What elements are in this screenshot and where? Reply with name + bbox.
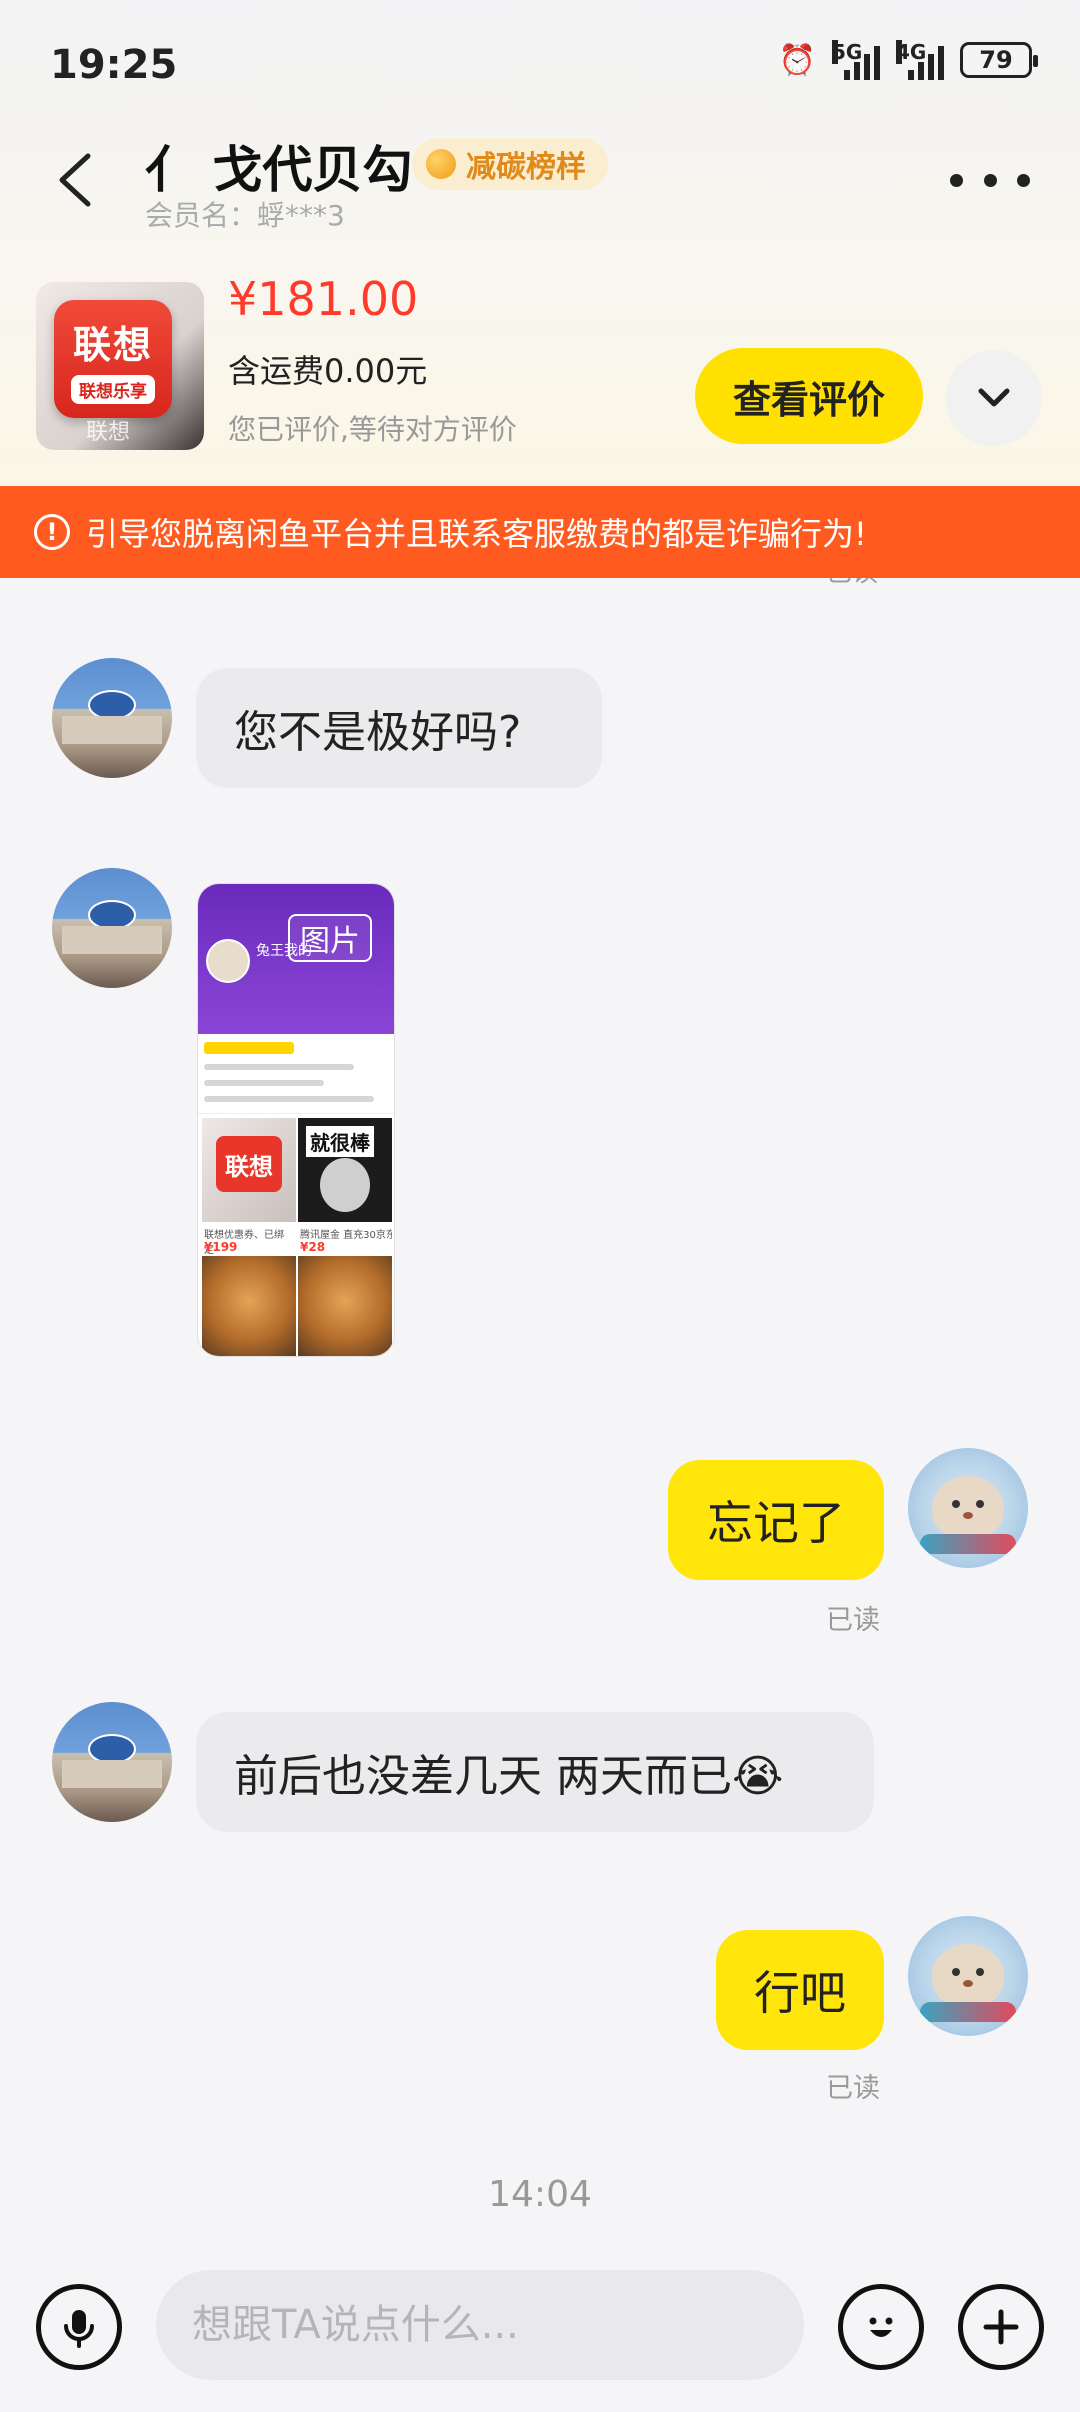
avatar-cat-eye bbox=[952, 1968, 960, 1976]
signal-5g-icon: 5G bbox=[832, 40, 880, 80]
avatar-building bbox=[62, 1760, 162, 1788]
warning-text: 引导您脱离闲鱼平台并且联系客服缴费的都是诈骗行为! bbox=[86, 515, 867, 553]
avatar-cat-face bbox=[932, 1476, 1004, 1540]
read-status: 已读 bbox=[826, 2073, 880, 2104]
avatar-building bbox=[62, 716, 162, 744]
voice-button[interactable] bbox=[36, 2284, 122, 2370]
message-timestamp: 14:04 bbox=[488, 2174, 592, 2215]
image-grid-item: 联想 bbox=[202, 1118, 296, 1222]
avatar-cat-nose bbox=[963, 1512, 973, 1519]
more-actions-button[interactable] bbox=[958, 2284, 1044, 2370]
read-status: 已读 bbox=[826, 1605, 880, 1636]
back-arrow-icon bbox=[59, 153, 91, 207]
avatar[interactable] bbox=[52, 658, 172, 778]
image-grid-item bbox=[298, 1256, 392, 1356]
image-stats-line bbox=[204, 1064, 354, 1070]
avatar-cat-scarf bbox=[920, 1534, 1016, 1554]
input-bar bbox=[0, 2258, 1080, 2412]
image-meme-text: 就很棒 bbox=[306, 1126, 374, 1157]
thumb-logo-subtext: 联想乐享 bbox=[71, 375, 155, 404]
smiley-icon bbox=[869, 2317, 893, 2337]
emoji-button[interactable] bbox=[838, 2284, 924, 2370]
thumb-caption: 联想 bbox=[86, 420, 131, 445]
avatar-building bbox=[62, 926, 162, 954]
message-bubble-outgoing[interactable]: 行吧 bbox=[716, 1930, 884, 2050]
image-stats-line bbox=[204, 1080, 324, 1086]
more-options-button[interactable] bbox=[950, 160, 1030, 200]
expand-button[interactable] bbox=[946, 350, 1042, 446]
image-item-logo: 联想 bbox=[216, 1136, 282, 1192]
network-5g-label: 5G bbox=[832, 40, 863, 64]
avatar[interactable] bbox=[908, 1916, 1028, 2036]
avatar-cat-eye bbox=[976, 1968, 984, 1976]
image-label: 图片 bbox=[288, 914, 372, 962]
message-bubble-incoming[interactable]: 您不是极好吗? bbox=[196, 668, 602, 788]
avatar-cat-nose bbox=[963, 1980, 973, 1987]
leaf-icon bbox=[426, 149, 456, 179]
battery-icon: 79 bbox=[960, 42, 1038, 78]
lenovo-logo: 联想 联想乐享 bbox=[54, 300, 172, 418]
avatar[interactable] bbox=[52, 1702, 172, 1822]
avatar-cat-eye bbox=[952, 1500, 960, 1508]
fraud-warning-banner: ! 引导您脱离闲鱼平台并且联系客服缴费的都是诈骗行为! bbox=[0, 486, 1080, 578]
chevron-down-icon bbox=[978, 388, 1010, 407]
thumb-logo-text: 联想 bbox=[72, 323, 153, 367]
status-icons: ⏰ 5G 4G 79 bbox=[778, 40, 1038, 80]
dot-icon bbox=[1017, 173, 1030, 187]
eco-badge[interactable]: 减碳榜样 bbox=[412, 138, 608, 190]
network-4g-label: 4G bbox=[896, 40, 927, 64]
alarm-clock-icon: ⏰ bbox=[778, 42, 816, 78]
microphone-icon bbox=[64, 2310, 94, 2348]
message-bubble-outgoing[interactable]: 忘记了 bbox=[668, 1460, 884, 1580]
image-item-price: ¥199 bbox=[204, 1240, 238, 1254]
image-stats bbox=[198, 1034, 394, 1114]
product-price: ¥181.00 bbox=[228, 272, 419, 326]
chat-area[interactable]: 已读 您不是极好吗? 兔王我的 图片 联想 就很棒 联想优惠券、已绑定 ¥199 bbox=[0, 578, 1080, 2258]
avatar-cat-face bbox=[932, 1944, 1004, 2008]
message-input[interactable] bbox=[156, 2270, 804, 2380]
dot-icon bbox=[950, 173, 963, 187]
avatar-cat-eye bbox=[976, 1500, 984, 1508]
image-stats-bar bbox=[204, 1042, 294, 1054]
view-review-button[interactable]: 查看评价 bbox=[695, 348, 923, 444]
avatar[interactable] bbox=[52, 868, 172, 988]
eco-badge-label: 减碳榜样 bbox=[466, 150, 586, 185]
back-button[interactable] bbox=[40, 140, 110, 220]
dot-icon bbox=[983, 173, 997, 187]
shared-image[interactable]: 兔王我的 图片 联想 就很棒 联想优惠券、已绑定 ¥199 腾讯屋金 直充30京… bbox=[197, 883, 395, 1357]
image-stats-line bbox=[204, 1096, 374, 1102]
status-bar: 19:25 ⏰ 5G 4G 79 bbox=[0, 0, 1080, 130]
review-status: 您已评价,等待对方评价 bbox=[228, 413, 517, 446]
signal-4g-icon: 4G bbox=[896, 40, 944, 80]
image-item-caption: 腾讯屋金 直充30京东E卡 黑暂价手机号慢接验证码 bbox=[300, 1230, 392, 1241]
image-meme-face bbox=[320, 1158, 370, 1212]
image-grid-item bbox=[202, 1256, 296, 1356]
avatar[interactable] bbox=[908, 1448, 1028, 1568]
member-name: 会员名：蜉***3 bbox=[145, 199, 345, 232]
avatar-cat-scarf bbox=[920, 2002, 1016, 2022]
product-thumbnail[interactable]: 联想 联想乐享 联想 bbox=[36, 282, 204, 450]
plus-icon bbox=[983, 2309, 1019, 2345]
exclamation-icon: ! bbox=[34, 514, 70, 550]
status-time: 19:25 bbox=[50, 42, 178, 88]
chat-title[interactable]: 亻 戈代贝勾 bbox=[145, 130, 412, 202]
product-shipping: 含运费0.00元 bbox=[228, 352, 428, 390]
image-profile-avatar bbox=[206, 939, 250, 983]
image-grid-item: 就很棒 bbox=[298, 1118, 392, 1222]
message-bubble-incoming[interactable]: 前后也没差几天 两天而已😭 bbox=[196, 1712, 874, 1832]
image-item-price: ¥28 bbox=[300, 1240, 326, 1254]
read-label-partial: 已读 bbox=[826, 578, 878, 589]
